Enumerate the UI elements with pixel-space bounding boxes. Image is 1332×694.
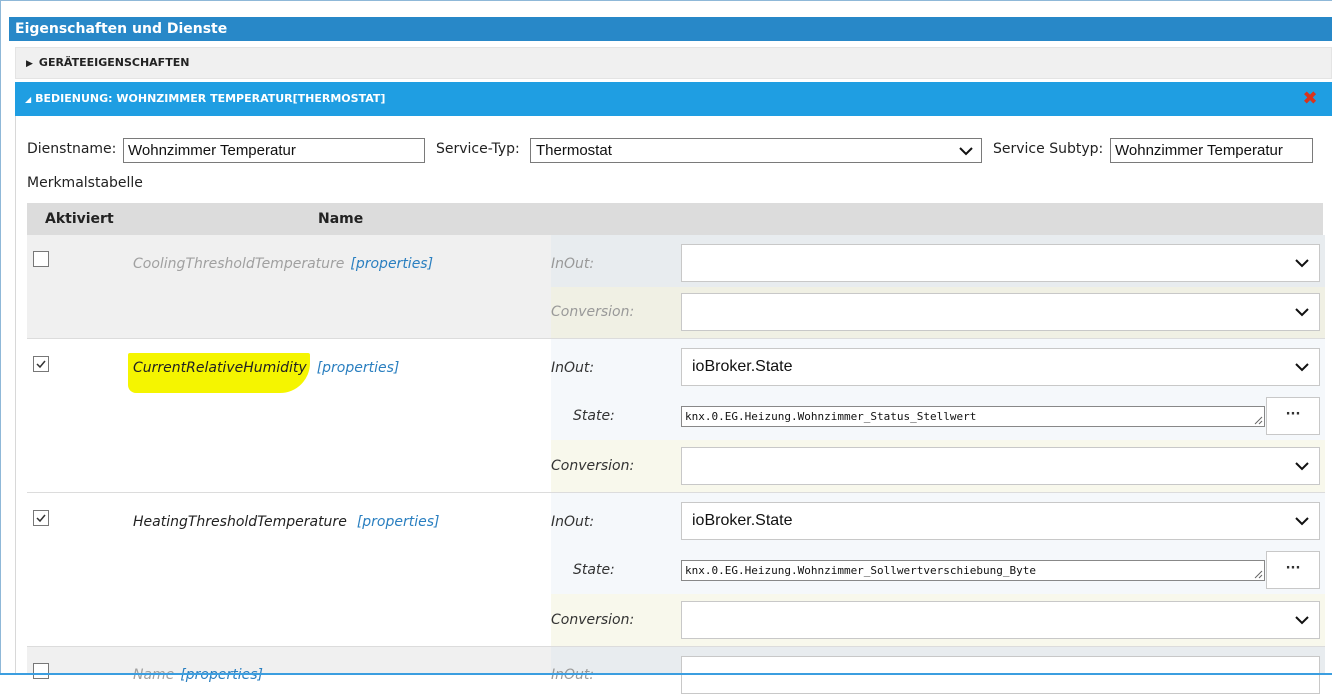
- inout-select[interactable]: [681, 656, 1320, 694]
- merkmalstabelle-label: Merkmalstabelle: [27, 175, 143, 191]
- service-typ-value: Thermostat: [536, 142, 612, 159]
- chevron-down-icon: [959, 139, 973, 162]
- activate-checkbox[interactable]: [33, 510, 49, 526]
- conversion-select[interactable]: [681, 293, 1320, 331]
- conversion-label: Conversion:: [551, 612, 635, 628]
- table-header: Aktiviert Name: [27, 203, 1323, 235]
- conversion-select[interactable]: [681, 601, 1320, 639]
- inout-value: ioBroker.State: [692, 358, 793, 375]
- table-row: CurrentRelativeHumidity [properties] InOu…: [27, 339, 1325, 493]
- inout-label: InOut:: [551, 514, 595, 530]
- caret-down-icon: ◢: [25, 95, 32, 104]
- accordion-device-properties-label: GERÄTEEIGENSCHAFTEN: [38, 56, 190, 69]
- service-subtyp-input[interactable]: Wohnzimmer Temperatur: [1110, 138, 1313, 163]
- chevron-down-icon: [1295, 294, 1309, 330]
- chevron-down-icon: [1295, 602, 1309, 638]
- caret-right-icon: ▶: [26, 59, 33, 69]
- properties-link[interactable]: [properties]: [317, 360, 400, 376]
- table-row: Name [properties] InOut:: [27, 647, 1325, 694]
- inout-select[interactable]: ioBroker.State: [681, 502, 1320, 540]
- activate-checkbox[interactable]: [33, 251, 49, 267]
- accordion-device-properties[interactable]: ▶ GERÄTEEIGENSCHAFTEN: [15, 47, 1332, 79]
- characteristic-name: CurrentRelativeHumidity [properties]: [133, 360, 400, 376]
- conversion-label: Conversion:: [551, 304, 635, 320]
- activate-checkbox[interactable]: [33, 663, 49, 679]
- dienstname-label: Dienstname:: [27, 141, 117, 157]
- properties-link[interactable]: [properties]: [350, 256, 433, 272]
- inout-select[interactable]: ioBroker.State: [681, 348, 1320, 386]
- inout-select[interactable]: [681, 244, 1320, 282]
- conversion-select[interactable]: [681, 447, 1320, 485]
- dienstname-input[interactable]: Wohnzimmer Temperatur: [123, 138, 425, 163]
- conversion-label: Conversion:: [551, 458, 635, 474]
- chevron-down-icon: [1295, 349, 1309, 385]
- header-aktiviert: Aktiviert: [45, 211, 114, 227]
- properties-link[interactable]: [properties]: [180, 667, 263, 683]
- properties-link[interactable]: [properties]: [357, 514, 440, 530]
- state-input[interactable]: knx.0.EG.Heizung.Wohnzimmer_Status_Stell…: [681, 406, 1265, 427]
- chevron-down-icon: [1295, 245, 1309, 281]
- service-typ-select[interactable]: Thermostat: [530, 138, 982, 163]
- delete-service-icon[interactable]: ✖: [1302, 90, 1318, 108]
- inout-label: InOut:: [551, 667, 595, 683]
- resize-grip-icon[interactable]: [1253, 415, 1263, 425]
- chevron-down-icon: [1295, 448, 1309, 484]
- service-subtyp-label: Service Subtyp:: [993, 141, 1104, 157]
- state-input[interactable]: knx.0.EG.Heizung.Wohnzimmer_Sollwertvers…: [681, 560, 1265, 581]
- table-row: CoolingThresholdTemperature [properties] …: [27, 235, 1325, 339]
- service-typ-label: Service-Typ:: [436, 141, 520, 157]
- window-title: Eigenschaften und Dienste: [9, 17, 1332, 41]
- characteristic-name: HeatingThresholdTemperature [properties]: [133, 514, 440, 530]
- inout-label: InOut:: [551, 360, 595, 376]
- resize-grip-icon[interactable]: [1253, 569, 1263, 579]
- chevron-down-icon: [1295, 503, 1309, 539]
- select-state-button[interactable]: ···: [1266, 397, 1320, 435]
- accordion-service[interactable]: ◢ BEDIENUNG: WOHNZIMMER TEMPERATUR[THERMO…: [15, 82, 1332, 116]
- select-state-button[interactable]: ···: [1266, 551, 1320, 589]
- inout-value: ioBroker.State: [692, 512, 793, 529]
- characteristic-name: Name [properties]: [133, 667, 263, 683]
- accordion-service-label: BEDIENUNG: WOHNZIMMER TEMPERATUR[THERMOS…: [35, 92, 386, 105]
- characteristic-name: CoolingThresholdTemperature [properties]: [133, 256, 434, 272]
- header-name: Name: [318, 211, 364, 227]
- inout-label: InOut:: [551, 256, 595, 272]
- activate-checkbox[interactable]: [33, 356, 49, 372]
- table-row: HeatingThresholdTemperature [properties] …: [27, 493, 1325, 647]
